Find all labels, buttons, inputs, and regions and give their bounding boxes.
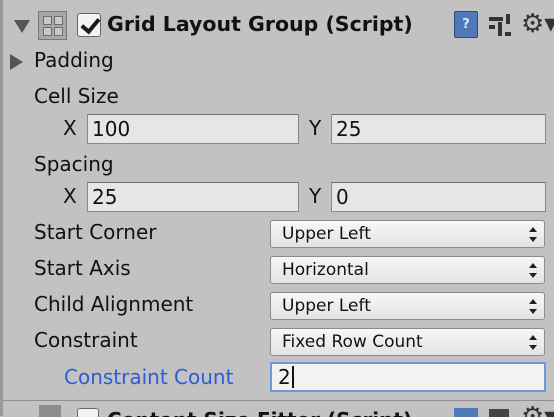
next-gear-icon[interactable]: ⚙▾ bbox=[521, 403, 554, 417]
start-corner-value: Upper Left bbox=[282, 224, 371, 244]
content-size-fitter-icon bbox=[39, 405, 61, 417]
component-title: Grid Layout Group (Script) bbox=[107, 12, 413, 36]
help-book-icon[interactable]: ? bbox=[454, 11, 478, 38]
cell-size-label: Cell Size bbox=[34, 84, 119, 108]
spacing-x-label: X bbox=[63, 184, 77, 208]
dropdown-arrows-icon bbox=[529, 335, 537, 350]
cell-size-x-label: X bbox=[63, 116, 77, 140]
next-component-header[interactable]: Content Size Fitter (Script) ⚙▾ bbox=[3, 400, 554, 417]
child-alignment-dropdown[interactable]: Upper Left bbox=[270, 292, 545, 320]
constraint-dropdown[interactable]: Fixed Row Count bbox=[270, 328, 545, 356]
constraint-count-label: Constraint Count bbox=[64, 365, 234, 389]
cell-size-x-input[interactable]: 100 bbox=[87, 114, 299, 144]
child-alignment-label: Child Alignment bbox=[34, 292, 194, 316]
start-axis-label: Start Axis bbox=[34, 256, 131, 280]
spacing-y-label: Y bbox=[309, 184, 322, 208]
start-corner-dropdown[interactable]: Upper Left bbox=[270, 220, 545, 248]
padding-foldout-collapsed-icon[interactable] bbox=[10, 54, 23, 70]
constraint-value: Fixed Row Count bbox=[282, 332, 423, 352]
dropdown-arrows-icon bbox=[529, 299, 537, 314]
spacing-x-input[interactable]: 25 bbox=[87, 182, 299, 212]
cell-size-y-input[interactable]: 25 bbox=[331, 114, 546, 144]
gear-icon[interactable]: ⚙▾ bbox=[521, 10, 554, 38]
spacing-y-input[interactable]: 0 bbox=[331, 182, 546, 212]
constraint-count-value: 2 bbox=[278, 365, 291, 389]
constraint-count-input[interactable]: 2 bbox=[270, 362, 546, 392]
component-header[interactable]: Grid Layout Group (Script) ? ⚙▾ bbox=[3, 0, 554, 48]
start-axis-value: Horizontal bbox=[282, 260, 369, 280]
constraint-label: Constraint bbox=[34, 328, 138, 352]
panel-left-edge bbox=[0, 0, 3, 416]
grid-layout-icon bbox=[38, 11, 67, 40]
start-corner-label: Start Corner bbox=[34, 220, 157, 244]
cell-size-y-label: Y bbox=[309, 116, 322, 140]
component-enabled-checkbox[interactable] bbox=[77, 13, 101, 37]
spacing-label: Spacing bbox=[34, 152, 114, 176]
dropdown-arrows-icon bbox=[529, 263, 537, 278]
text-caret bbox=[291, 366, 294, 388]
foldout-expanded-icon[interactable] bbox=[14, 20, 30, 33]
dropdown-arrows-icon bbox=[529, 227, 537, 242]
child-alignment-value: Upper Left bbox=[282, 296, 371, 316]
padding-label[interactable]: Padding bbox=[34, 48, 114, 72]
start-axis-dropdown[interactable]: Horizontal bbox=[270, 256, 545, 284]
presets-icon[interactable] bbox=[489, 14, 511, 36]
